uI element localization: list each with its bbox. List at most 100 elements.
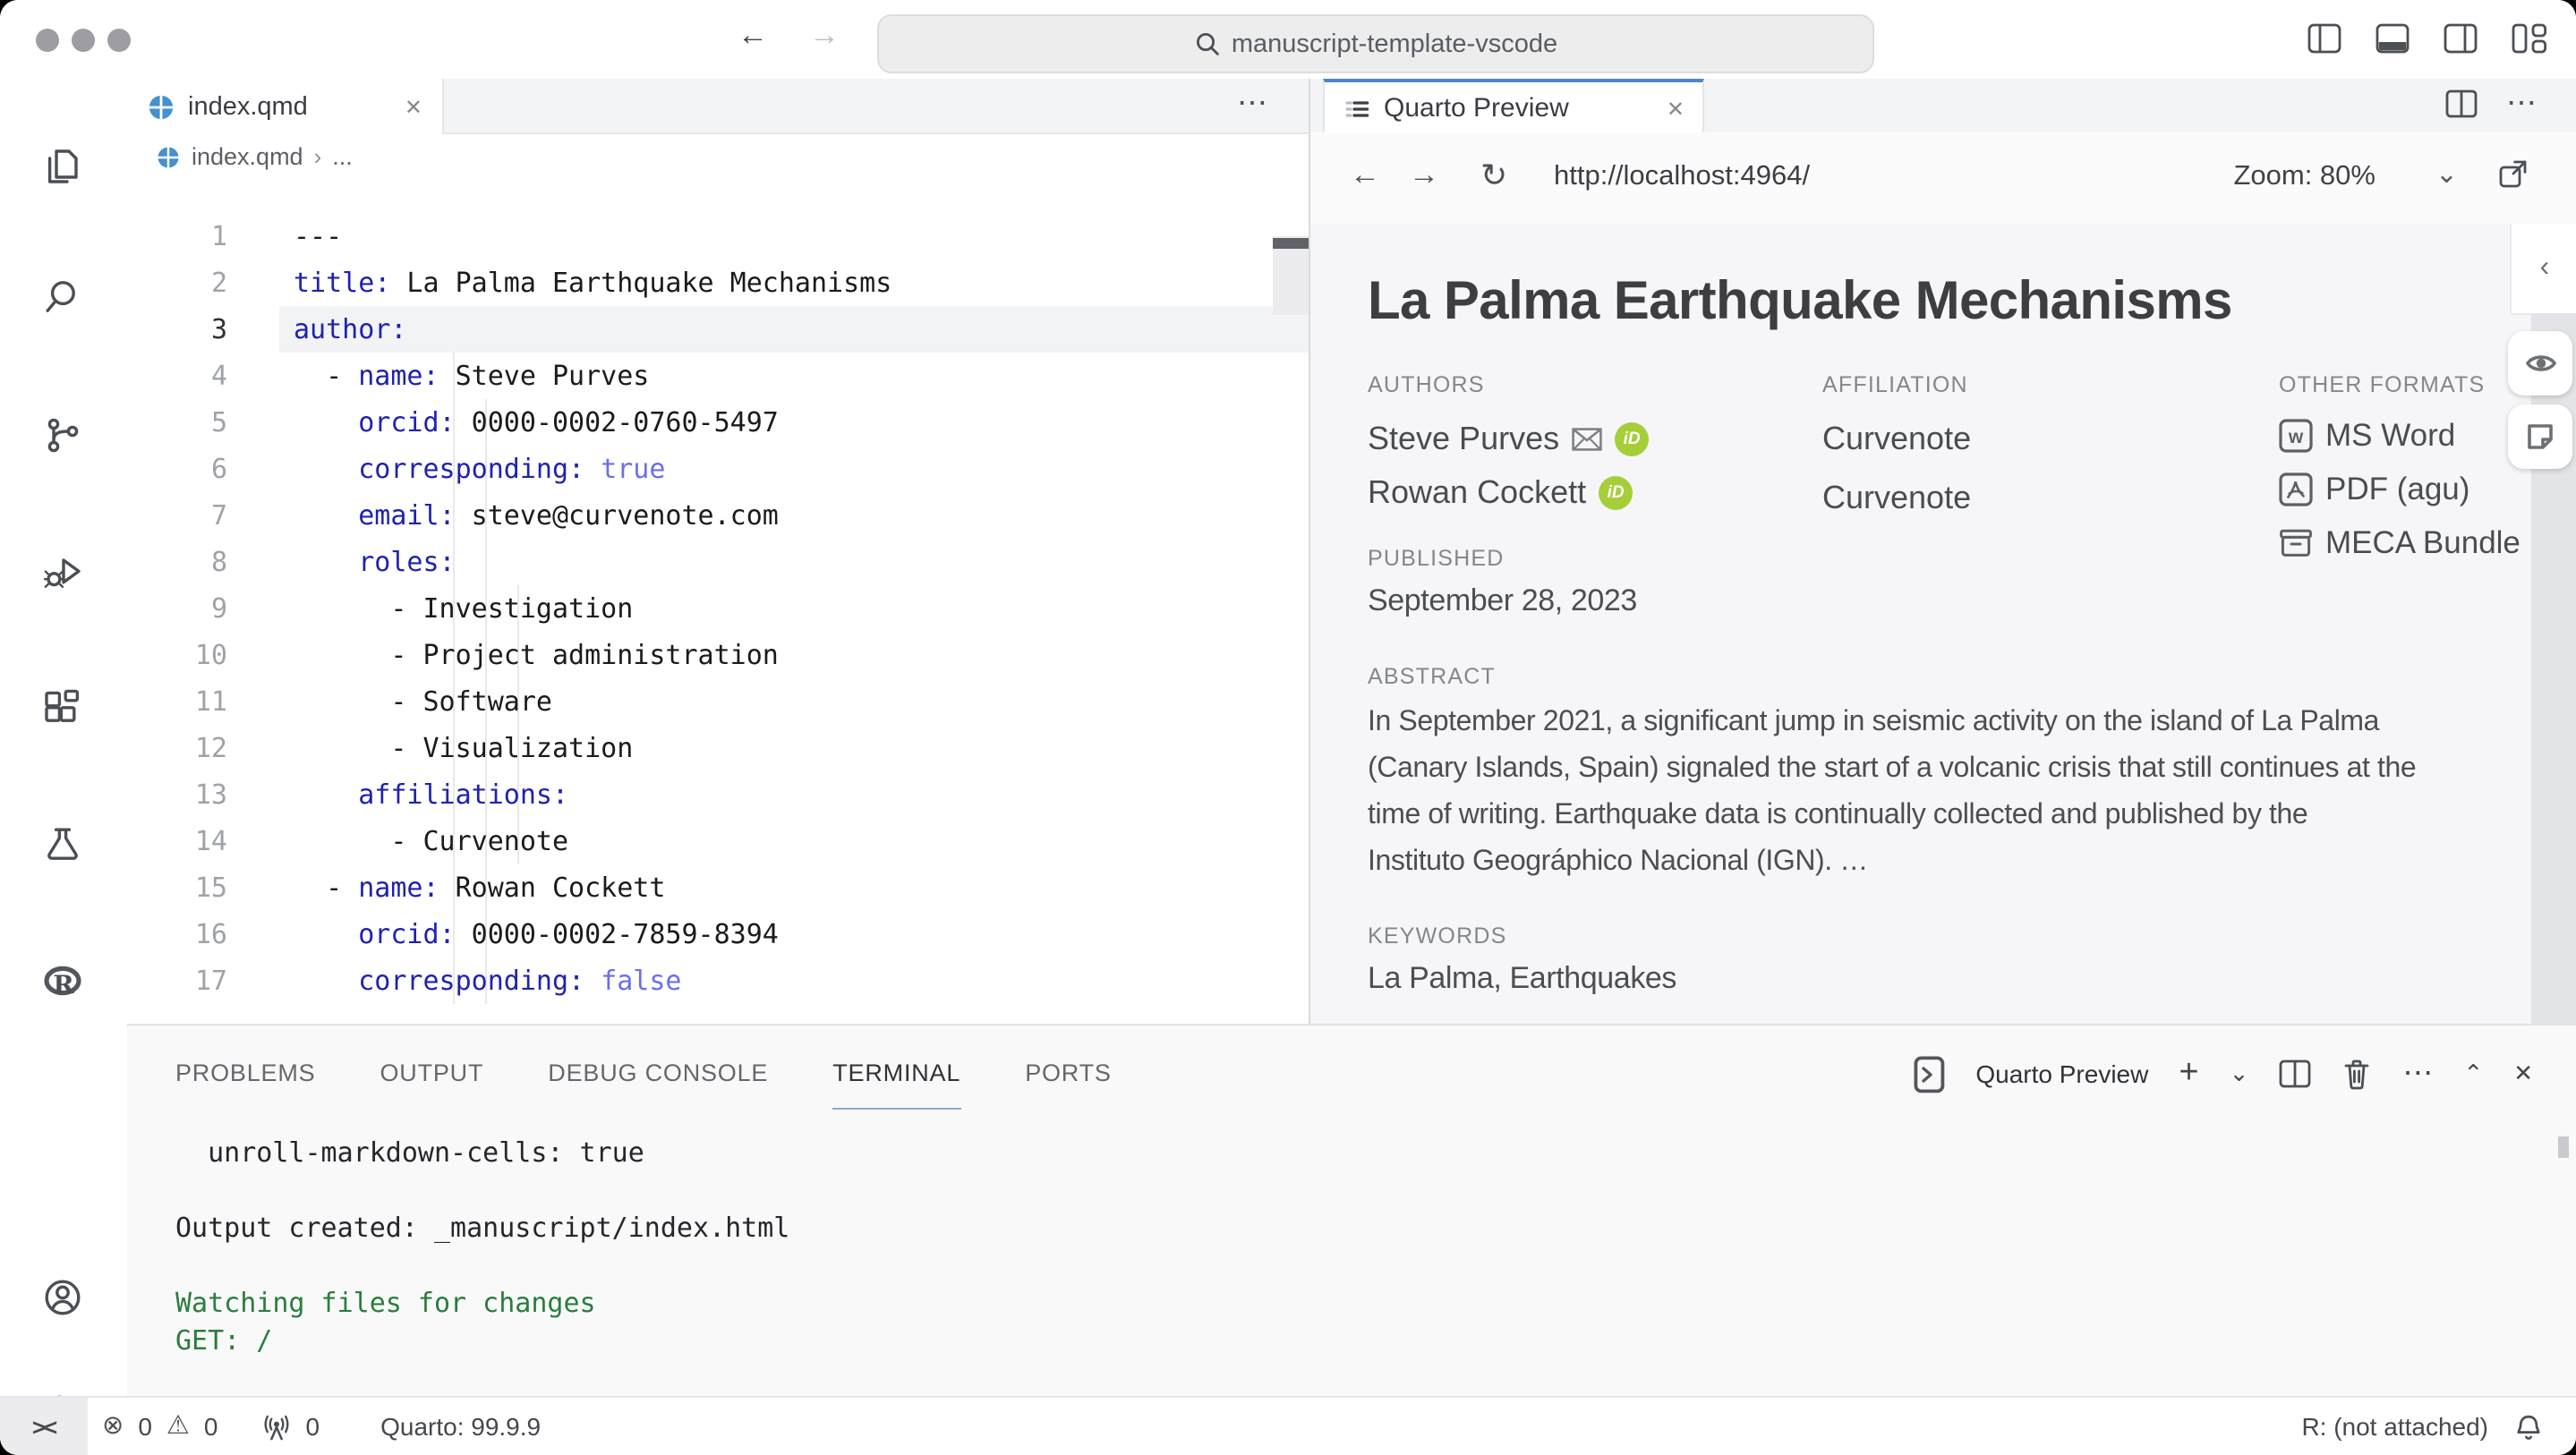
code-line-1[interactable]: 1--- — [127, 213, 1310, 260]
line-number: 11 — [127, 678, 227, 725]
history-forward-icon[interactable]: → — [809, 18, 840, 54]
code-line-17[interactable]: 17 corresponding: false — [127, 957, 1310, 1004]
preview-back-icon[interactable]: ← — [1350, 157, 1380, 193]
quarto-version[interactable]: Quarto: 99.9.9 — [380, 1412, 541, 1441]
testing-icon[interactable] — [39, 821, 86, 868]
toggle-secondary-sidebar-icon[interactable] — [2444, 23, 2478, 54]
notifications-bell-icon[interactable] — [2513, 1411, 2544, 1442]
code-line-15[interactable]: 15 - name: Rowan Cockett — [127, 864, 1310, 911]
code-line-7[interactable]: 7 email: steve@curvenote.com — [127, 492, 1310, 539]
line-number: 14 — [127, 818, 227, 864]
code-line-8[interactable]: 8 roles: — [127, 539, 1310, 585]
zoom-level[interactable]: Zoom: 80% — [2233, 161, 2376, 193]
preview-forward-icon[interactable]: → — [1409, 157, 1439, 193]
code-line-12[interactable]: 12 - Visualization — [127, 725, 1310, 771]
panel-tab-output[interactable]: OUTPUT — [380, 1025, 483, 1122]
chevron-down-icon[interactable]: ⌄ — [2435, 157, 2458, 190]
warnings-count[interactable]: 0 — [204, 1412, 218, 1441]
run-debug-icon[interactable] — [39, 549, 86, 596]
code-line-6[interactable]: 6 corresponding: true — [127, 446, 1310, 492]
editor-more-actions-icon[interactable]: ⋯ — [1237, 86, 1267, 122]
code-line-11[interactable]: 11 - Software — [127, 678, 1310, 725]
code-line-9[interactable]: 9 - Investigation — [127, 585, 1310, 632]
titlebar: ← → manuscript-template-vscode — [0, 0, 2576, 81]
status-bar: >< ⊗ 0 ⚠ 0 0 Quarto: 99.9.9 R: (not atta… — [0, 1396, 2576, 1455]
panel-tab-terminal[interactable]: TERMINAL — [832, 1025, 960, 1122]
terminal-dropdown-icon[interactable]: ⌄ — [2230, 1059, 2249, 1088]
code-line-3[interactable]: 3author: — [127, 306, 1310, 353]
code-editor[interactable]: 1---2title: La Palma Earthquake Mechanis… — [127, 179, 1310, 1024]
maximize-panel-icon[interactable]: ⌃ — [2463, 1059, 2483, 1088]
line-number: 1 — [127, 213, 227, 260]
new-terminal-icon[interactable]: + — [2179, 1054, 2198, 1093]
formats-list: wMS Word PDF (agu) MECA Bundle — [2279, 417, 2521, 562]
orcid-icon[interactable]: iD — [1599, 476, 1633, 510]
customize-layout-icon[interactable] — [2512, 23, 2547, 54]
split-editor-icon[interactable] — [2445, 89, 2478, 118]
command-center-search[interactable]: manuscript-template-vscode — [877, 14, 1874, 73]
ports-count[interactable]: 0 — [306, 1412, 320, 1441]
breadcrumb-file[interactable]: index.qmd — [192, 143, 303, 170]
remote-indicator[interactable]: >< — [0, 1398, 88, 1455]
panel-tab-problems[interactable]: PROBLEMS — [175, 1025, 315, 1122]
email-icon[interactable] — [1572, 428, 1602, 451]
tab-label: index.qmd — [188, 92, 308, 121]
code-line-16[interactable]: 16 orcid: 0000-0002-7859-8394 — [127, 911, 1310, 957]
code-line-2[interactable]: 2title: La Palma Earthquake Mechanisms — [127, 260, 1310, 306]
close-panel-icon[interactable]: ✕ — [2513, 1059, 2533, 1088]
r-language-icon[interactable]: R — [39, 959, 88, 1008]
line-number: 12 — [127, 725, 227, 771]
code-line-5[interactable]: 5 orcid: 0000-0002-0760-5497 — [127, 399, 1310, 446]
code-line-14[interactable]: 14 - Curvenote — [127, 818, 1310, 864]
note-button[interactable] — [2508, 404, 2572, 469]
quarto-file-icon — [156, 144, 181, 169]
toggle-primary-sidebar-icon[interactable] — [2307, 23, 2341, 54]
format-pdf[interactable]: PDF (agu) — [2279, 471, 2521, 508]
preview-toolbar: ← → ↻ http://localhost:4964/ Zoom: 80% ⌄ — [1310, 132, 2576, 225]
history-back-icon[interactable]: ← — [738, 18, 768, 54]
r-status[interactable]: R: (not attached) — [2301, 1412, 2488, 1441]
terminal-name[interactable]: Quarto Preview — [1975, 1059, 2148, 1088]
format-meca[interactable]: MECA Bundle — [2279, 524, 2521, 562]
more-actions-icon[interactable]: ⋯ — [2506, 86, 2537, 122]
breadcrumb[interactable]: index.qmd › ... — [127, 134, 1310, 179]
editor-scrollbar-thumb[interactable] — [1273, 238, 1309, 249]
terminal-output[interactable]: unroll-markdown-cells: true Output creat… — [175, 1135, 789, 1360]
warnings-icon[interactable]: ⚠ — [166, 1412, 190, 1441]
ports-icon[interactable] — [261, 1413, 292, 1440]
open-external-icon[interactable] — [2497, 157, 2529, 190]
source-control-icon[interactable] — [39, 412, 86, 458]
panel-tab-ports[interactable]: PORTS — [1025, 1025, 1112, 1122]
kill-terminal-icon[interactable] — [2341, 1058, 2372, 1090]
errors-count[interactable]: 0 — [138, 1412, 152, 1441]
tab-close-icon[interactable]: ✕ — [405, 94, 422, 119]
panel-more-icon[interactable]: ⋯ — [2402, 1056, 2433, 1092]
collapse-panel-button[interactable]: ‹ — [2510, 224, 2576, 315]
terminal-scrollbar-thumb[interactable] — [2558, 1136, 2569, 1158]
tab-index-qmd[interactable]: index.qmd ✕ — [127, 79, 444, 134]
preview-url[interactable]: http://localhost:4964/ — [1554, 161, 1810, 193]
code-line-4[interactable]: 4 - name: Steve Purves — [127, 353, 1310, 399]
toggle-panel-icon[interactable] — [2376, 23, 2410, 54]
breadcrumb-more[interactable]: ... — [332, 143, 353, 170]
orcid-icon[interactable]: iD — [1615, 422, 1649, 456]
code-line-13[interactable]: 13 affiliations: — [127, 771, 1310, 818]
refresh-icon[interactable]: ↻ — [1480, 157, 1507, 195]
traffic-light-minimize[interactable] — [72, 29, 95, 52]
traffic-light-zoom[interactable] — [107, 29, 131, 52]
split-terminal-icon[interactable] — [2279, 1059, 2311, 1088]
format-word[interactable]: wMS Word — [2279, 417, 2521, 455]
explorer-icon[interactable] — [39, 143, 86, 190]
account-icon[interactable] — [39, 1274, 86, 1321]
extensions-icon[interactable] — [39, 684, 86, 730]
visibility-button[interactable] — [2508, 331, 2572, 396]
tab-close-icon[interactable]: ✕ — [1667, 96, 1685, 121]
tab-quarto-preview[interactable]: Quarto Preview ✕ — [1323, 79, 1704, 134]
search-view-icon[interactable] — [39, 274, 86, 320]
terminal-launch-icon[interactable] — [1913, 1055, 1945, 1093]
traffic-light-close[interactable] — [36, 29, 59, 52]
errors-icon[interactable]: ⊗ — [102, 1412, 124, 1441]
line-number: 8 — [127, 539, 227, 585]
code-line-10[interactable]: 10 - Project administration — [127, 632, 1310, 678]
panel-tab-debug-console[interactable]: DEBUG CONSOLE — [548, 1025, 768, 1122]
